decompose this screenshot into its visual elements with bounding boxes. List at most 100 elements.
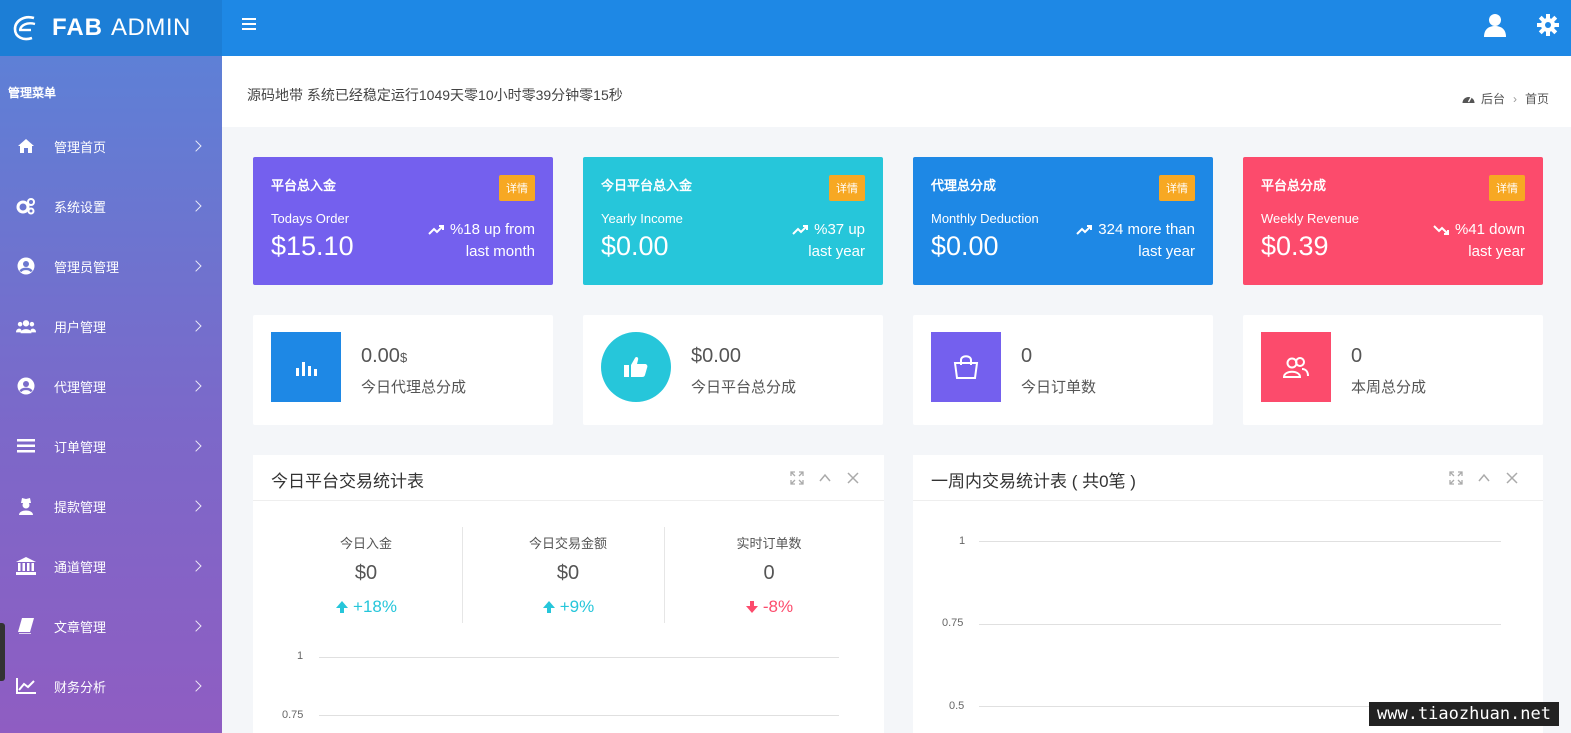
shopping-bag-icon (953, 355, 979, 379)
uptime-text: 源码地带 系统已经稳定运行1049天零10小时零39分钟零15秒 (247, 87, 623, 103)
currency-unit: $ (399, 350, 408, 365)
sidebar-title: 管理菜单 (8, 86, 57, 100)
today-stats-row: 今日入金 $0 +18% 今日交易金额 $0 +9% 实时订单数 0 -8% (253, 527, 884, 623)
sidebar-item-articles[interactable]: 文章管理 (0, 596, 222, 656)
stat-card-value: $15.10 (271, 231, 354, 261)
sidebar-item-label: 管理首页 (54, 139, 107, 155)
stat-today-trade-amount: 今日交易金额 $0 +9% (468, 527, 668, 623)
breadcrumb-item-backend[interactable]: 后台 (1481, 90, 1505, 107)
details-button[interactable]: 详情 (1489, 175, 1525, 201)
info-card-icon-box (931, 332, 1001, 402)
info-card-value: 0 (1351, 345, 1363, 367)
sidebar-item-withdrawals[interactable]: 提款管理 (0, 476, 222, 536)
info-card-value: $0.00 (691, 345, 742, 367)
sidebar-item-orders[interactable]: 订单管理 (0, 416, 222, 476)
sidebar-item-admins[interactable]: 管理员管理 (0, 236, 222, 296)
chevron-right-icon (190, 560, 202, 572)
info-card-platform-share-today: $0.00 今日平台总分成 (583, 315, 883, 425)
expand-icon[interactable] (790, 471, 804, 485)
sidebar-item-label: 系统设置 (54, 199, 107, 215)
grid-line (319, 715, 839, 716)
info-card-value: 0 (1021, 345, 1033, 367)
stat-card-agent-share: 代理总分成 详情 Monthly Deduction $0.00 324 mor… (913, 157, 1213, 285)
sidebar: 管理菜单 管理首页 系统设置 管理员管理 用户管理 代理管理 订单管理 提款管理… (0, 56, 222, 733)
trend-line-2: last year (1468, 243, 1525, 260)
line-chart-icon (16, 678, 36, 694)
chevron-right-icon (190, 200, 202, 212)
trend-line-1: 324 more than (1098, 221, 1195, 238)
sidebar-item-users[interactable]: 用户管理 (0, 296, 222, 356)
brand-name-rest: ADMIN (111, 14, 191, 41)
sidebar-item-agents[interactable]: 代理管理 (0, 356, 222, 416)
chevron-right-icon (190, 140, 202, 152)
stat-card-total-deposit: 平台总入金 详情 Todays Order $15.10 %18 up from… (253, 157, 553, 285)
expand-icon[interactable] (1449, 471, 1463, 485)
sidebar-item-channels[interactable]: 通道管理 (0, 536, 222, 596)
chevron-right-icon (190, 320, 202, 332)
collapse-icon[interactable] (1477, 471, 1491, 485)
user-circle-icon (17, 377, 35, 395)
gear-icon[interactable] (1535, 12, 1561, 38)
panel-title: 一周内交易统计表 ( 共0笔 ) (931, 472, 1136, 491)
details-button[interactable]: 详情 (499, 175, 535, 201)
collapse-icon[interactable] (818, 471, 832, 485)
close-icon[interactable] (1505, 471, 1519, 485)
user-secret-icon (19, 498, 33, 515)
info-card-label: 今日订单数 (1021, 379, 1097, 396)
list-icon (17, 439, 35, 453)
menu-toggle-icon[interactable] (242, 18, 256, 32)
trend-up-icon (428, 225, 444, 235)
panel-tools (1449, 471, 1519, 485)
stat-card-trend: %18 up from last month (428, 219, 535, 263)
trend-line-2: last month (465, 243, 535, 260)
stat-card-title: 平台总分成 (1261, 178, 1327, 193)
arrow-down-icon (745, 601, 758, 613)
sidebar-item-settings[interactable]: 系统设置 (0, 176, 222, 236)
y-axis-tick: 1 (959, 535, 966, 547)
info-card-icon-box (601, 332, 671, 402)
sidebar-item-home[interactable]: 管理首页 (0, 116, 222, 176)
sidebar-item-label: 提款管理 (54, 499, 107, 515)
chevron-right-icon (190, 680, 202, 692)
home-icon (18, 139, 34, 153)
details-button[interactable]: 详情 (829, 175, 865, 201)
sidebar-item-label: 订单管理 (54, 439, 107, 455)
close-icon[interactable] (846, 471, 860, 485)
divider (664, 527, 665, 623)
trend-line-1: %41 down (1454, 221, 1525, 238)
dashboard-icon (1462, 96, 1475, 103)
stat-change: +18% (266, 597, 466, 617)
stat-change: +9% (468, 597, 668, 617)
arrow-up-icon (542, 601, 555, 613)
info-card-label: 今日平台总分成 (691, 379, 797, 396)
user-icon[interactable] (1482, 12, 1508, 38)
sidebar-item-label: 文章管理 (54, 619, 107, 635)
stat-card-today-deposit: 今日平台总入金 详情 Yearly Income $0.00 %37 up la… (583, 157, 883, 285)
chevron-right-icon (190, 620, 202, 632)
sidebar-item-finance[interactable]: 财务分析 (0, 656, 222, 716)
panel-header: 今日平台交易统计表 (253, 455, 884, 501)
stat-today-deposit: 今日入金 $0 +18% (266, 527, 466, 623)
details-button[interactable]: 详情 (1159, 175, 1195, 201)
stat-card-subtitle: Yearly Income (601, 211, 683, 226)
info-card-label: 今日代理总分成 (361, 379, 467, 396)
sidebar-item-label: 代理管理 (54, 379, 107, 395)
top-navbar: FAB ADMIN (0, 0, 1571, 56)
stat-card-value: $0.39 (1261, 231, 1329, 261)
brand[interactable]: FAB ADMIN (0, 0, 222, 56)
chevron-right-icon (190, 440, 202, 452)
stat-card-subtitle: Weekly Revenue (1261, 211, 1360, 226)
chevron-right-icon (190, 380, 202, 392)
panel-title: 今日平台交易统计表 (271, 472, 424, 491)
panel-week-stats: 一周内交易统计表 ( 共0笔 ) 1 0.75 0.5 (913, 455, 1543, 733)
sidebar-item-label: 通道管理 (54, 559, 107, 575)
sidebar-item-label: 管理员管理 (54, 259, 120, 275)
user-circle-icon (17, 257, 35, 275)
stat-realtime-orders: 实时订单数 0 -8% (669, 527, 869, 623)
stat-value: $0 (354, 562, 378, 584)
side-handle[interactable] (0, 623, 5, 681)
stat-card-trend: 324 more than last year (1076, 219, 1195, 263)
stat-change: -8% (669, 597, 869, 617)
grid-line (979, 541, 1501, 542)
stat-card-trend: %37 up last year (792, 219, 865, 263)
